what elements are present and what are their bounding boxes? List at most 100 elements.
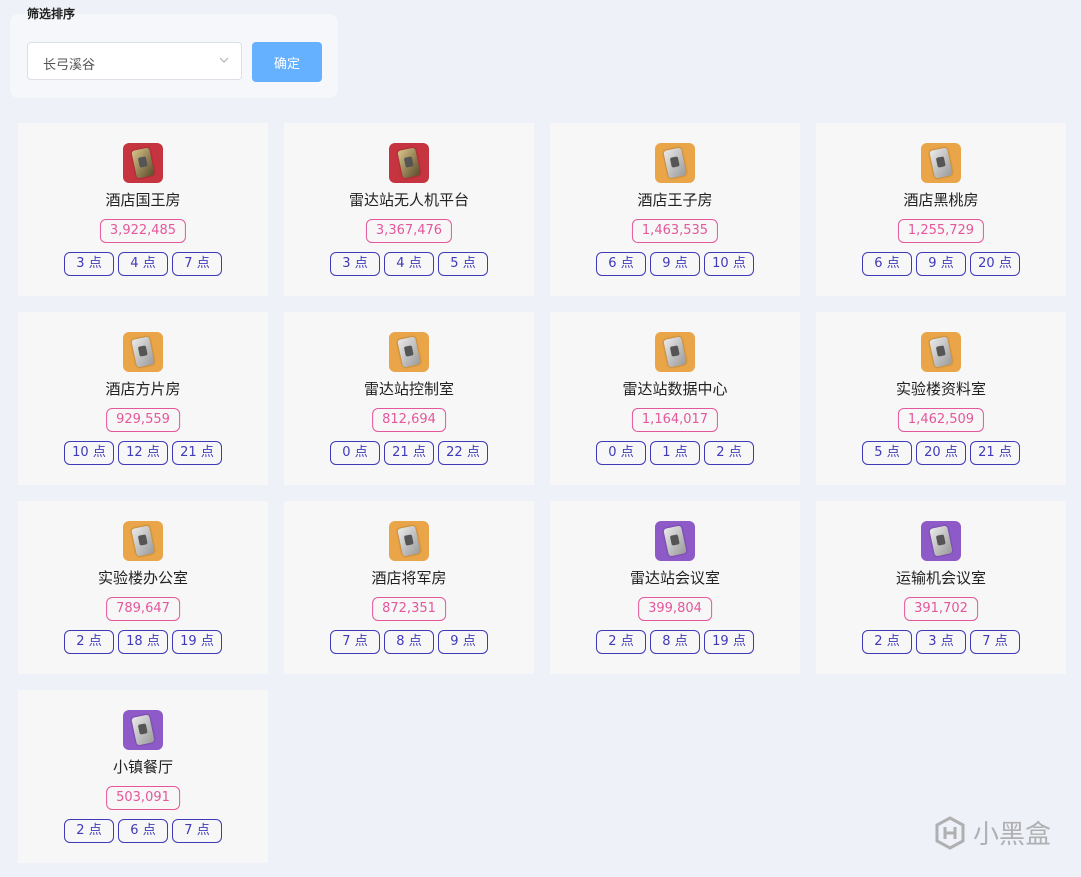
point-list: 2 点8 点 19 点: [550, 630, 800, 654]
room-name: 酒店国王房: [105, 191, 181, 209]
point-chip[interactable]: 4 点: [118, 252, 168, 276]
point-chip[interactable]: 19 点: [704, 630, 754, 654]
room-grid: 酒店国王房 3,922,485 3 点4 点7 点雷达站无人机平台 3,367,476…: [18, 123, 1066, 863]
room-name: 酒店王子房: [637, 191, 713, 209]
point-chip[interactable]: 7 点: [172, 819, 222, 843]
point-list: 3 点4 点5 点: [284, 252, 534, 276]
point-chip[interactable]: 18 点: [118, 630, 168, 654]
room-card[interactable]: 酒店将军房 872,351 7 点8 点9 点: [284, 501, 534, 674]
point-chip[interactable]: 8 点: [384, 630, 434, 654]
room-value-badge: 3,922,485: [99, 219, 187, 243]
point-list: 6 点9 点 10 点: [550, 252, 800, 276]
item-tag-icon: [123, 332, 163, 372]
point-chip[interactable]: 5 点: [862, 441, 912, 465]
item-tag-icon: [655, 521, 695, 561]
point-chip[interactable]: 9 点: [438, 630, 488, 654]
point-chip[interactable]: 2 点: [704, 441, 754, 465]
point-chip[interactable]: 3 点: [330, 252, 380, 276]
room-value-badge: 789,647: [106, 597, 180, 621]
point-chip[interactable]: 2 点: [64, 819, 114, 843]
point-chip[interactable]: 7 点: [970, 630, 1020, 654]
point-chip[interactable]: 10 点: [704, 252, 754, 276]
point-chip[interactable]: 21 点: [384, 441, 434, 465]
room-value-badge: 391,702: [904, 597, 978, 621]
point-list: 2 点6 点7 点: [18, 819, 268, 843]
confirm-button[interactable]: 确定: [252, 42, 322, 82]
item-tag-icon: [655, 143, 695, 183]
room-value-badge: 1,255,729: [897, 219, 985, 243]
room-value-badge: 1,462,509: [897, 408, 985, 432]
room-card[interactable]: 酒店王子房 1,463,535 6 点9 点 10 点: [550, 123, 800, 296]
room-value-badge: 1,164,017: [631, 408, 719, 432]
item-tag-icon: [389, 521, 429, 561]
point-chip[interactable]: 3 点: [64, 252, 114, 276]
room-value-badge: 3,367,476: [365, 219, 453, 243]
point-list: 0 点1 点2 点: [550, 441, 800, 465]
point-chip[interactable]: 4 点: [384, 252, 434, 276]
map-select[interactable]: 长弓溪谷: [27, 42, 242, 80]
filter-title: 筛选排序: [27, 7, 76, 21]
point-chip[interactable]: 19 点: [172, 630, 222, 654]
room-name: 小镇餐厅: [112, 758, 173, 776]
room-name: 酒店将军房: [371, 569, 447, 587]
point-chip[interactable]: 6 点: [118, 819, 168, 843]
room-card[interactable]: 运输机会议室 391,702 2 点3 点7 点: [816, 501, 1066, 674]
point-chip[interactable]: 7 点: [330, 630, 380, 654]
room-value-badge: 872,351: [372, 597, 446, 621]
point-chip[interactable]: 12 点: [118, 441, 168, 465]
point-chip[interactable]: 20 点: [970, 252, 1020, 276]
point-chip[interactable]: 2 点: [596, 630, 646, 654]
room-card[interactable]: 雷达站会议室 399,804 2 点8 点 19 点: [550, 501, 800, 674]
room-value-badge: 503,091: [106, 786, 180, 810]
point-chip[interactable]: 7 点: [172, 252, 222, 276]
room-value-badge: 929,559: [106, 408, 180, 432]
point-list: 5 点 20 点 21 点: [816, 441, 1066, 465]
point-chip[interactable]: 22 点: [438, 441, 488, 465]
point-chip[interactable]: 0 点: [596, 441, 646, 465]
room-name: 酒店黑桃房: [903, 191, 979, 209]
room-card[interactable]: 小镇餐厅 503,091 2 点6 点7 点: [18, 690, 268, 863]
heybox-logo-icon: [935, 815, 965, 850]
point-chip[interactable]: 9 点: [916, 252, 966, 276]
item-tag-icon: [921, 332, 961, 372]
point-chip[interactable]: 20 点: [916, 441, 966, 465]
item-tag-icon: [389, 332, 429, 372]
room-card[interactable]: 雷达站控制室 812,694 0 点 21 点 22 点: [284, 312, 534, 485]
room-name: 实验楼资料室: [895, 380, 986, 398]
room-name: 雷达站无人机平台: [348, 191, 469, 209]
room-card[interactable]: 酒店国王房 3,922,485 3 点4 点7 点: [18, 123, 268, 296]
room-value-badge: 399,804: [638, 597, 712, 621]
point-list: 6 点9 点 20 点: [816, 252, 1066, 276]
point-chip[interactable]: 8 点: [650, 630, 700, 654]
chevron-down-icon: [219, 57, 229, 63]
room-card[interactable]: 实验楼办公室 789,647 2 点 18 点 19 点: [18, 501, 268, 674]
point-chip[interactable]: 10 点: [64, 441, 114, 465]
point-chip[interactable]: 5 点: [438, 252, 488, 276]
item-tag-icon: [389, 143, 429, 183]
room-name: 运输机会议室: [895, 569, 986, 587]
watermark: 小黑盒: [933, 814, 1051, 851]
room-card[interactable]: 酒店黑桃房 1,255,729 6 点9 点 20 点: [816, 123, 1066, 296]
room-name: 雷达站控制室: [363, 380, 454, 398]
point-chip[interactable]: 2 点: [64, 630, 114, 654]
point-chip[interactable]: 3 点: [916, 630, 966, 654]
point-chip[interactable]: 21 点: [172, 441, 222, 465]
room-card[interactable]: 雷达站数据中心 1,164,017 0 点1 点2 点: [550, 312, 800, 485]
room-card[interactable]: 雷达站无人机平台 3,367,476 3 点4 点5 点: [284, 123, 534, 296]
point-chip[interactable]: 2 点: [862, 630, 912, 654]
point-chip[interactable]: 6 点: [596, 252, 646, 276]
room-card[interactable]: 酒店方片房 929,559 10 点 12 点 21 点: [18, 312, 268, 485]
point-chip[interactable]: 21 点: [970, 441, 1020, 465]
room-name: 雷达站会议室: [629, 569, 720, 587]
room-name: 酒店方片房: [105, 380, 181, 398]
point-chip[interactable]: 1 点: [650, 441, 700, 465]
room-card[interactable]: 实验楼资料室 1,462,509 5 点 20 点 21 点: [816, 312, 1066, 485]
point-list: 3 点4 点7 点: [18, 252, 268, 276]
item-tag-icon: [655, 332, 695, 372]
point-chip[interactable]: 0 点: [330, 441, 380, 465]
item-tag-icon: [123, 521, 163, 561]
point-chip[interactable]: 6 点: [862, 252, 912, 276]
watermark-text: 小黑盒: [972, 820, 1051, 850]
room-value-badge: 812,694: [372, 408, 446, 432]
point-chip[interactable]: 9 点: [650, 252, 700, 276]
